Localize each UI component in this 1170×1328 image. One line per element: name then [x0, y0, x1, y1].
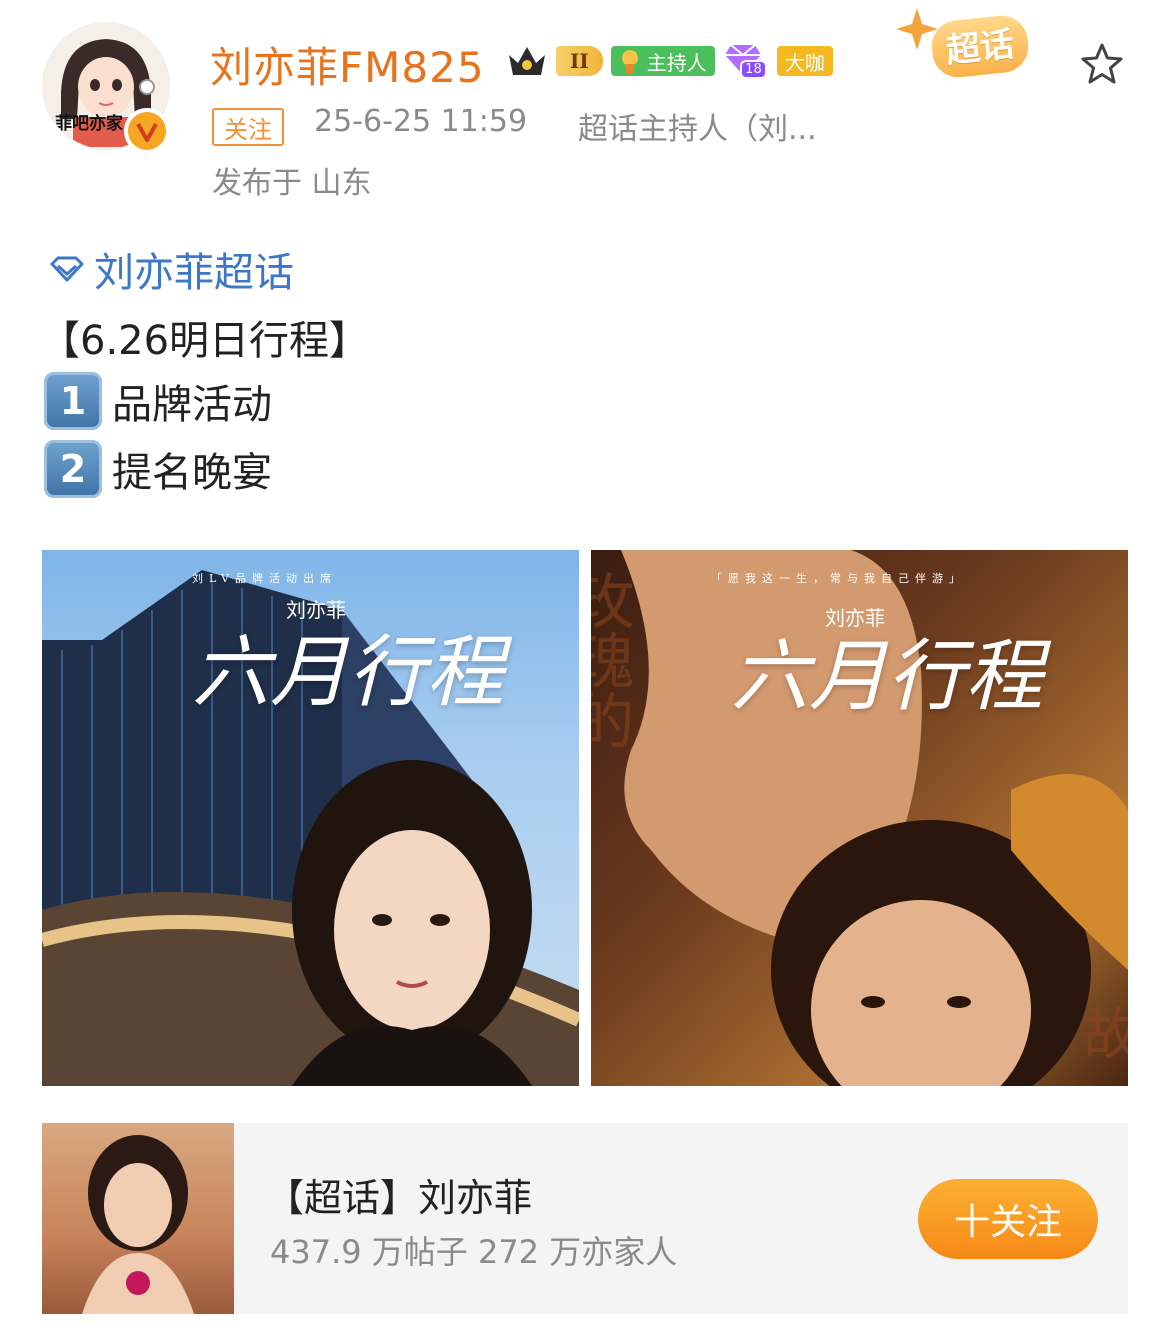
topic-card-thumbnail [42, 1123, 234, 1314]
photo-title: 六月行程 [731, 632, 1044, 722]
photo-caption: 「愿我这一生，常与我自己伴游」 [711, 572, 966, 585]
post-location: 发布于 山东 [212, 166, 372, 201]
post-source[interactable]: 超话主持人（刘... [578, 104, 817, 148]
follow-tag[interactable]: 关注 [212, 108, 284, 146]
follow-topic-button[interactable]: 十关注 [918, 1179, 1098, 1259]
list-item-text: 品牌活动 [112, 382, 272, 428]
topic-link-label: 刘亦菲超话 [94, 250, 294, 296]
host-badge-label: 主持人 [646, 50, 707, 75]
list-item-text: 提名晚宴 [112, 450, 272, 496]
user-badges: II 主持人 18 大咖 [506, 38, 833, 84]
list-item: 2 提名晚宴 [44, 440, 272, 498]
post-image-1[interactable]: 刘LV品牌活动出席 刘亦菲 六月行程 [42, 550, 579, 1086]
gem-icon: 18 [723, 41, 769, 81]
verified-badge-icon [124, 108, 170, 154]
daka-badge: 大咖 [776, 46, 833, 76]
username[interactable]: 刘亦菲FM825 [210, 34, 485, 95]
diamond-icon [50, 256, 84, 282]
post-headline: 【6.26明日行程】 [40, 318, 370, 364]
level-badge: II [556, 46, 603, 76]
topic-card[interactable]: 【超话】刘亦菲 437.9 万帖子 272 万亦家人 十关注 [42, 1123, 1128, 1314]
gem-level: 18 [740, 60, 767, 79]
crown-icon [506, 41, 548, 81]
topic-card-stats: 437.9 万帖子 272 万亦家人 [270, 1233, 678, 1271]
photo-corner-text: 故 [1083, 1003, 1128, 1068]
chaohua-sticker: 超话 [892, 4, 1072, 84]
photo-caption: 刘LV品牌活动出席 [192, 572, 337, 585]
photo-side-text: 玫瑰的 [591, 570, 634, 750]
avatar-label: 菲吧亦家 [55, 114, 123, 134]
keycap-2-icon: 2 [44, 440, 102, 498]
post-time: 25-6-25 11:59 [314, 104, 528, 139]
favorite-star-icon[interactable] [1078, 40, 1126, 88]
topic-link[interactable]: 刘亦菲超话 [46, 240, 294, 298]
topic-card-title: 【超话】刘亦菲 [266, 1176, 533, 1220]
chaohua-sticker-label: 超话 [929, 13, 1031, 80]
photo-title: 六月行程 [192, 628, 505, 718]
post-image-2[interactable]: 「愿我这一生，常与我自己伴游」 刘亦菲 六月行程 玫瑰的 故 [591, 550, 1128, 1086]
list-item: 1 品牌活动 [44, 372, 272, 430]
keycap-1-icon: 1 [44, 372, 102, 430]
host-badge: 主持人 [610, 46, 715, 76]
host-icon [621, 50, 638, 74]
